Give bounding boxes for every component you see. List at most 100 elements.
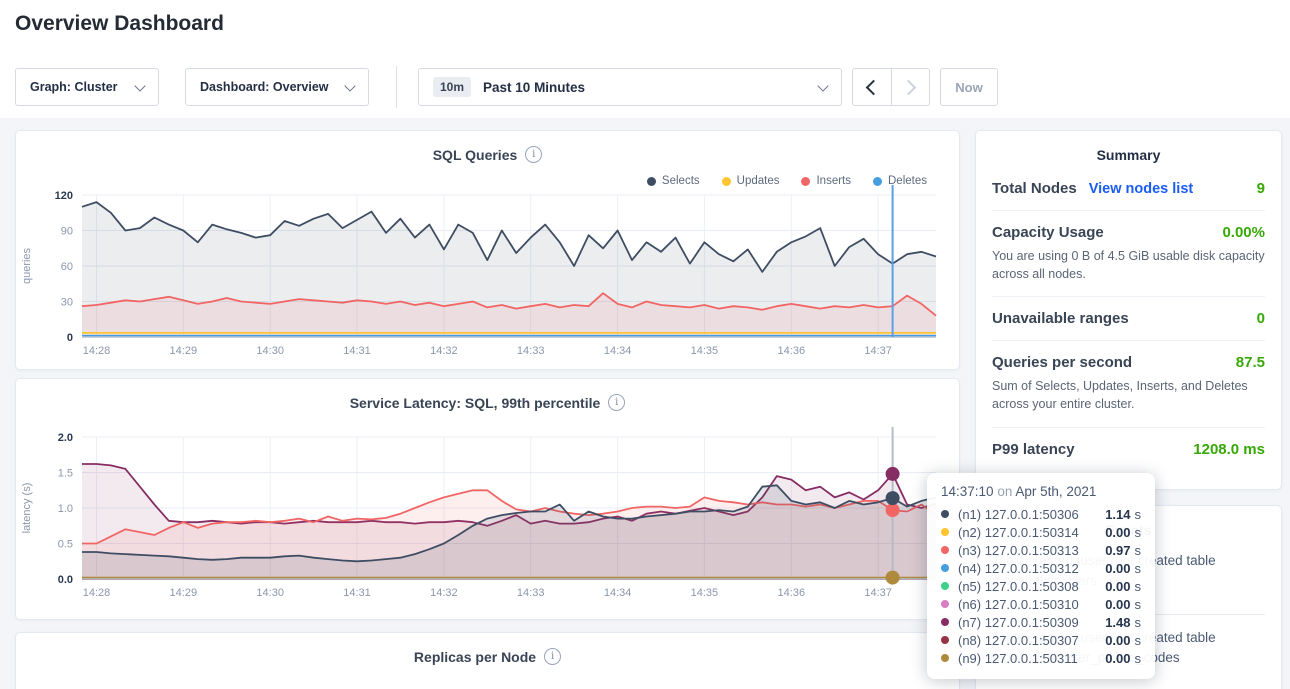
tooltip-date: Apr 5th, 2021: [1015, 484, 1096, 499]
svg-text:14:37: 14:37: [864, 587, 892, 599]
node-address: (n1) 127.0.0.1:50306: [958, 507, 1105, 522]
summary-label: Capacity Usage: [992, 224, 1104, 241]
node-latency-value: 0.00: [1105, 597, 1130, 612]
node-address: (n6) 127.0.0.1:50310: [958, 597, 1105, 612]
time-range-badge: 10m: [433, 77, 471, 97]
time-back-button[interactable]: [853, 69, 891, 105]
chevron-left-icon: [865, 79, 881, 95]
sql-queries-chart[interactable]: 030609012014:2814:2914:3014:3114:3214:33…: [16, 185, 961, 371]
tooltip-row: (n4) 127.0.0.1:503120.00s: [941, 559, 1141, 577]
node-color-dot: [941, 528, 949, 536]
tooltip-row: (n5) 127.0.0.1:503080.00s: [941, 577, 1141, 595]
info-icon[interactable]: i: [608, 394, 625, 411]
node-color-dot: [941, 636, 949, 644]
graph-scope-dropdown[interactable]: Graph: Cluster: [15, 68, 159, 106]
summary-value: 0: [1257, 310, 1265, 327]
chart-title-replicas-per-node: Replicas per Node: [414, 649, 536, 665]
chart-hover-dot: [886, 467, 900, 481]
summary-value: 9: [1257, 180, 1265, 197]
summary-title: Summary: [992, 131, 1265, 167]
summary-value: 87.5: [1236, 354, 1265, 371]
info-icon[interactable]: i: [544, 648, 561, 665]
node-latency-value: 0.00: [1105, 651, 1130, 666]
tooltip-time: 14:37:10: [941, 484, 994, 499]
svg-text:0.0: 0.0: [58, 574, 73, 586]
svg-text:30: 30: [61, 297, 73, 309]
svg-text:14:32: 14:32: [430, 345, 458, 357]
chevron-down-icon: [817, 80, 828, 91]
tooltip-row: (n6) 127.0.0.1:503100.00s: [941, 595, 1141, 613]
svg-text:0.5: 0.5: [58, 539, 73, 551]
node-color-dot: [941, 618, 949, 626]
tooltip-rows: (n1) 127.0.0.1:503061.14s(n2) 127.0.0.1:…: [941, 505, 1141, 667]
node-latency-unit: s: [1135, 561, 1142, 576]
node-color-dot: [941, 600, 949, 608]
node-color-dot: [941, 546, 949, 554]
time-pager: [852, 68, 930, 106]
page-title: Overview Dashboard: [15, 12, 224, 36]
node-color-dot: [941, 654, 949, 662]
tooltip-row: (n7) 127.0.0.1:503091.48s: [941, 613, 1141, 631]
summary-row: Capacity Usage0.00%You are using 0 B of …: [992, 210, 1265, 296]
svg-text:120: 120: [55, 190, 73, 202]
svg-text:1.0: 1.0: [58, 503, 73, 515]
chart-title-sql-queries: SQL Queries: [433, 147, 518, 163]
summary-row: P99 latency1208.0 ms: [992, 427, 1265, 471]
tooltip-row: (n3) 127.0.0.1:503130.97s: [941, 541, 1141, 559]
node-address: (n5) 127.0.0.1:50308: [958, 579, 1105, 594]
tooltip-on: on: [997, 484, 1012, 499]
tooltip-row: (n8) 127.0.0.1:503070.00s: [941, 631, 1141, 649]
svg-text:14:30: 14:30: [256, 587, 284, 599]
tooltip-row: (n2) 127.0.0.1:503140.00s: [941, 523, 1141, 541]
node-address: (n8) 127.0.0.1:50307: [958, 633, 1105, 648]
node-latency-value: 1.14: [1105, 507, 1130, 522]
node-address: (n7) 127.0.0.1:50309: [958, 615, 1105, 630]
svg-text:14:34: 14:34: [604, 345, 632, 357]
node-color-dot: [941, 510, 949, 518]
node-latency-unit: s: [1135, 525, 1142, 540]
chevron-down-icon: [344, 80, 355, 91]
node-address: (n3) 127.0.0.1:50313: [958, 543, 1105, 558]
dashboard-dropdown[interactable]: Dashboard: Overview: [185, 68, 369, 106]
svg-text:14:35: 14:35: [691, 587, 719, 599]
chart-hover-dot: [886, 503, 900, 517]
svg-text:14:33: 14:33: [517, 587, 545, 599]
svg-text:14:33: 14:33: [517, 345, 545, 357]
summary-rows: Total Nodes View nodes list 9 Capacity Usag…: [992, 167, 1265, 471]
svg-text:14:28: 14:28: [83, 587, 111, 599]
summary-value: 0.00%: [1222, 224, 1265, 241]
toolbar-divider: [396, 66, 397, 108]
chart-hover-dot: [886, 571, 900, 585]
node-latency-unit: s: [1135, 579, 1142, 594]
node-latency-unit: s: [1135, 615, 1142, 630]
svg-text:queries: queries: [21, 247, 33, 284]
view-nodes-list-link[interactable]: View nodes list: [1089, 181, 1194, 197]
tooltip-timestamp: 14:37:10 on Apr 5th, 2021: [941, 484, 1141, 499]
summary-row: Unavailable ranges0: [992, 296, 1265, 340]
svg-text:14:34: 14:34: [604, 587, 632, 599]
info-icon[interactable]: i: [525, 146, 542, 163]
node-color-dot: [941, 582, 949, 590]
summary-description: Sum of Selects, Updates, Inserts, and De…: [992, 377, 1265, 413]
svg-text:14:36: 14:36: [778, 345, 806, 357]
overview-dashboard-page: Overview Dashboard Graph: Cluster Dashbo…: [0, 0, 1290, 689]
svg-text:14:31: 14:31: [343, 587, 371, 599]
summary-label: Total Nodes: [992, 180, 1077, 197]
time-range-dropdown[interactable]: 10m Past 10 Minutes: [418, 68, 842, 106]
summary-value: 1208.0 ms: [1193, 441, 1265, 458]
node-address: (n9) 127.0.0.1:50311: [958, 651, 1105, 666]
service-latency-chart[interactable]: 0.00.51.01.52.014:2814:2914:3014:3114:32…: [16, 427, 961, 613]
service-latency-chart-panel: Service Latency: SQL, 99th percentile i …: [15, 378, 960, 620]
node-address: (n4) 127.0.0.1:50312: [958, 561, 1105, 576]
summary-row: Total Nodes View nodes list 9: [992, 167, 1265, 210]
svg-text:60: 60: [61, 261, 73, 273]
now-button[interactable]: Now: [940, 68, 998, 106]
svg-text:14:28: 14:28: [83, 345, 111, 357]
svg-text:14:35: 14:35: [691, 345, 719, 357]
svg-text:90: 90: [61, 226, 73, 238]
time-forward-button[interactable]: [891, 69, 930, 105]
node-latency-value: 0.00: [1105, 525, 1130, 540]
svg-text:14:37: 14:37: [864, 345, 892, 357]
summary-row: Queries per second87.5Sum of Selects, Up…: [992, 340, 1265, 426]
node-latency-unit: s: [1135, 543, 1142, 558]
